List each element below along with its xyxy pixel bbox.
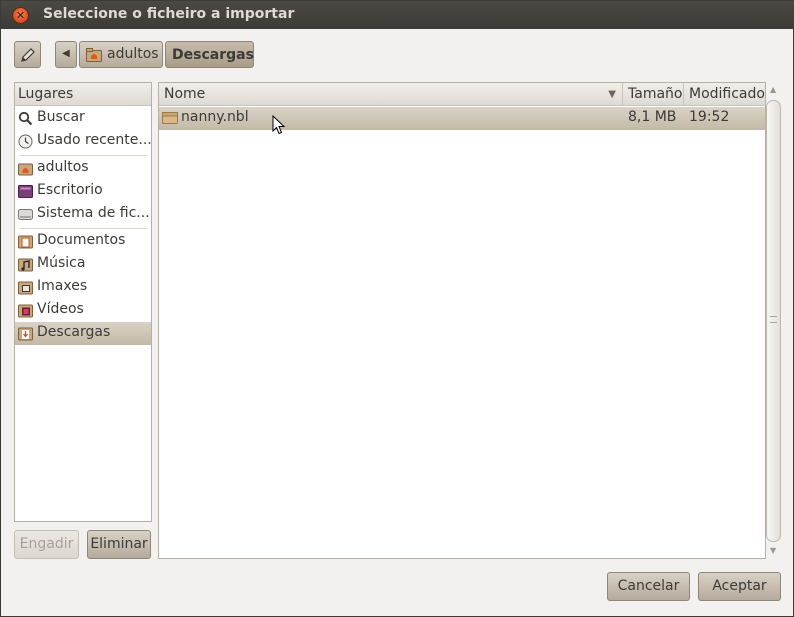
file-chooser-dialog: ✕ Seleccione o ficheiro a importar ◀ adu… bbox=[0, 0, 794, 617]
scroll-up-icon[interactable]: ▲ bbox=[770, 85, 776, 94]
place-label: adultos bbox=[37, 159, 89, 175]
place-item-buscar[interactable]: Buscar bbox=[15, 107, 151, 130]
file-name: nanny.nbl bbox=[181, 109, 249, 125]
add-bookmark-button[interactable]: Engadir bbox=[14, 530, 79, 559]
drive-icon bbox=[18, 209, 33, 220]
pencil-icon bbox=[21, 48, 35, 62]
close-icon[interactable]: ✕ bbox=[12, 7, 29, 24]
scroll-down-icon[interactable]: ▼ bbox=[770, 546, 776, 555]
cancel-button[interactable]: Cancelar bbox=[607, 572, 690, 601]
vertical-scrollbar[interactable]: ▲ ▼ bbox=[766, 82, 782, 559]
place-label: Documentos bbox=[37, 232, 126, 248]
places-sidebar: Lugares Buscar Usado recente... adultos bbox=[14, 82, 152, 522]
arrow-left-icon: ◀ bbox=[62, 48, 70, 59]
divider bbox=[19, 228, 147, 229]
place-item-escritorio[interactable]: Escritorio bbox=[15, 180, 151, 203]
place-item-descargas[interactable]: Descargas bbox=[15, 322, 151, 345]
accept-label: Aceptar bbox=[712, 578, 767, 594]
remove-bookmark-label: Eliminar bbox=[90, 536, 148, 552]
mouse-cursor-icon bbox=[272, 115, 286, 135]
place-label: Vídeos bbox=[37, 301, 84, 317]
breadcrumb-label: adultos bbox=[107, 46, 159, 62]
window-title: Seleccione o ficheiro a importar bbox=[43, 6, 295, 22]
scrollbar-thumb[interactable] bbox=[766, 100, 781, 542]
file-size: 8,1 MB bbox=[628, 109, 677, 125]
breadcrumb-descargas[interactable]: Descargas bbox=[165, 41, 254, 68]
place-item-videos[interactable]: Vídeos bbox=[15, 299, 151, 322]
package-icon bbox=[162, 112, 178, 124]
place-label: Usado recente... bbox=[37, 132, 151, 148]
sort-down-icon: ▼ bbox=[608, 89, 616, 100]
divider bbox=[19, 155, 147, 156]
column-header-modified[interactable]: Modificado bbox=[684, 83, 765, 106]
edit-location-button[interactable] bbox=[14, 41, 41, 68]
place-label: Música bbox=[37, 255, 86, 271]
place-item-recent[interactable]: Usado recente... bbox=[15, 130, 151, 153]
breadcrumb-label: Descargas bbox=[172, 47, 254, 63]
column-label: Nome bbox=[164, 86, 206, 102]
clock-icon bbox=[18, 134, 33, 149]
folder-documents-icon bbox=[18, 235, 33, 249]
place-item-documentos[interactable]: Documentos bbox=[15, 230, 151, 253]
place-label: Escritorio bbox=[37, 182, 103, 198]
column-label: Modificado bbox=[689, 86, 765, 102]
column-header-name[interactable]: Nome ▼ bbox=[159, 83, 623, 106]
folder-downloads-icon bbox=[18, 327, 33, 341]
remove-bookmark-button[interactable]: Eliminar bbox=[87, 530, 151, 559]
breadcrumb-back-button[interactable]: ◀ bbox=[55, 41, 77, 68]
cancel-label: Cancelar bbox=[617, 578, 680, 594]
home-folder-icon bbox=[86, 48, 102, 62]
home-folder-icon bbox=[18, 163, 33, 176]
accept-button[interactable]: Aceptar bbox=[698, 572, 781, 601]
place-item-imaxes[interactable]: Imaxes bbox=[15, 276, 151, 299]
place-label: Descargas bbox=[37, 324, 111, 340]
file-row[interactable]: nanny.nbl 8,1 MB 19:52 bbox=[159, 107, 765, 130]
breadcrumb-adultos[interactable]: adultos bbox=[79, 41, 163, 68]
place-item-musica[interactable]: Música bbox=[15, 253, 151, 276]
place-label: Buscar bbox=[37, 109, 85, 125]
places-header: Lugares bbox=[15, 83, 151, 106]
folder-videos-icon bbox=[18, 304, 33, 318]
column-label: Tamaño bbox=[628, 86, 683, 102]
place-label: Imaxes bbox=[37, 278, 88, 294]
desktop-icon bbox=[18, 185, 33, 198]
column-header-size[interactable]: Tamaño bbox=[623, 83, 684, 106]
place-item-adultos[interactable]: adultos bbox=[15, 157, 151, 180]
file-list: Nome ▼ Tamaño Modificado nanny.nbl 8,1 M… bbox=[158, 82, 766, 559]
folder-music-icon bbox=[18, 258, 33, 272]
place-item-filesystem[interactable]: Sistema de fic... bbox=[15, 203, 151, 226]
title-bar[interactable]: ✕ Seleccione o ficheiro a importar bbox=[1, 1, 794, 29]
place-label: Sistema de fic... bbox=[37, 205, 150, 221]
folder-pictures-icon bbox=[18, 281, 33, 295]
add-bookmark-label: Engadir bbox=[19, 536, 74, 552]
file-modified: 19:52 bbox=[689, 109, 730, 125]
search-icon bbox=[18, 111, 33, 126]
grip-icon bbox=[770, 316, 777, 323]
